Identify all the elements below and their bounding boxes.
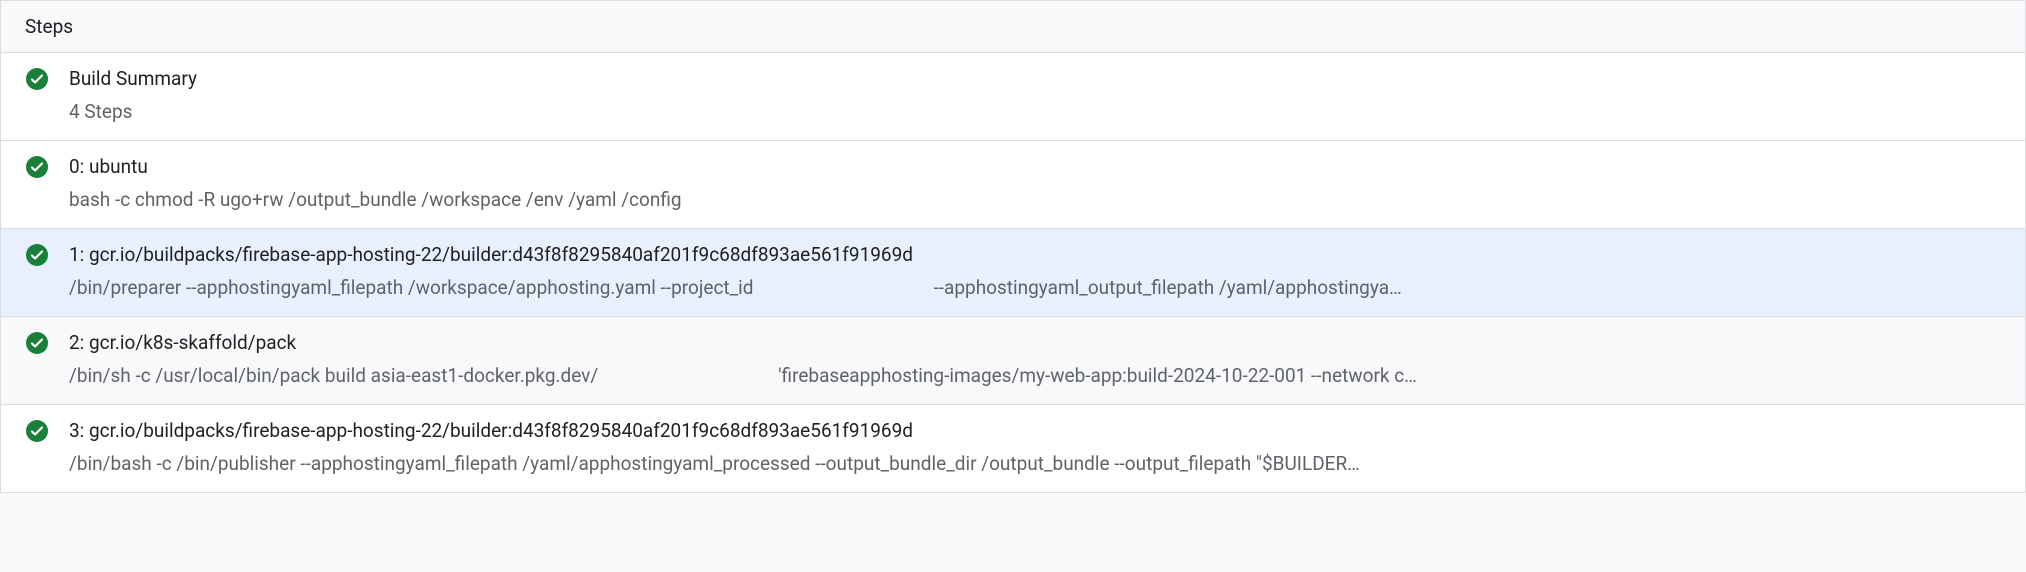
- steps-panel: Steps Build Summary 4 Steps 0: ubuntu ba…: [0, 0, 2026, 493]
- step-content: 1: gcr.io/buildpacks/firebase-app-hostin…: [69, 241, 2001, 302]
- success-icon: [25, 155, 49, 179]
- command-seg2: --apphostingyaml_output_filepath /yaml/a…: [934, 274, 2001, 303]
- success-icon: [25, 243, 49, 267]
- steps-header: Steps: [1, 0, 2025, 53]
- step-row-2[interactable]: 2: gcr.io/k8s-skaffold/pack /bin/sh -c /…: [1, 317, 2025, 405]
- success-icon: [25, 419, 49, 443]
- summary-subtitle: 4 Steps: [69, 98, 2001, 127]
- step-row-3[interactable]: 3: gcr.io/buildpacks/firebase-app-hostin…: [1, 405, 2025, 492]
- step-command: /bin/bash -c /bin/publisher --apphosting…: [69, 450, 2001, 479]
- success-icon: [25, 331, 49, 355]
- step-title: 1: gcr.io/buildpacks/firebase-app-hostin…: [69, 241, 2001, 270]
- step-command: /bin/sh -c /usr/local/bin/pack build asi…: [69, 362, 2001, 391]
- step-content: 3: gcr.io/buildpacks/firebase-app-hostin…: [69, 417, 2001, 478]
- step-row-1[interactable]: 1: gcr.io/buildpacks/firebase-app-hostin…: [1, 229, 2025, 317]
- step-title: 0: ubuntu: [69, 153, 2001, 182]
- step-row-0[interactable]: 0: ubuntu bash -c chmod -R ugo+rw /outpu…: [1, 141, 2025, 229]
- step-title: 3: gcr.io/buildpacks/firebase-app-hostin…: [69, 417, 2001, 446]
- step-content: 2: gcr.io/k8s-skaffold/pack /bin/sh -c /…: [69, 329, 2001, 390]
- command-seg1: /bin/sh -c /usr/local/bin/pack build asi…: [69, 362, 778, 391]
- build-summary-row[interactable]: Build Summary 4 Steps: [1, 53, 2025, 141]
- success-icon: [25, 67, 49, 91]
- step-title: 2: gcr.io/k8s-skaffold/pack: [69, 329, 2001, 358]
- step-command: /bin/preparer --apphostingyaml_filepath …: [69, 274, 2001, 303]
- summary-title: Build Summary: [69, 65, 2001, 94]
- step-command: bash -c chmod -R ugo+rw /output_bundle /…: [69, 186, 2001, 215]
- step-content: Build Summary 4 Steps: [69, 65, 2001, 126]
- command-seg1: /bin/preparer --apphostingyaml_filepath …: [69, 274, 934, 303]
- command-seg2: 'firebaseapphosting-images/my-web-app:bu…: [778, 362, 2001, 391]
- header-title: Steps: [25, 15, 73, 38]
- step-content: 0: ubuntu bash -c chmod -R ugo+rw /outpu…: [69, 153, 2001, 214]
